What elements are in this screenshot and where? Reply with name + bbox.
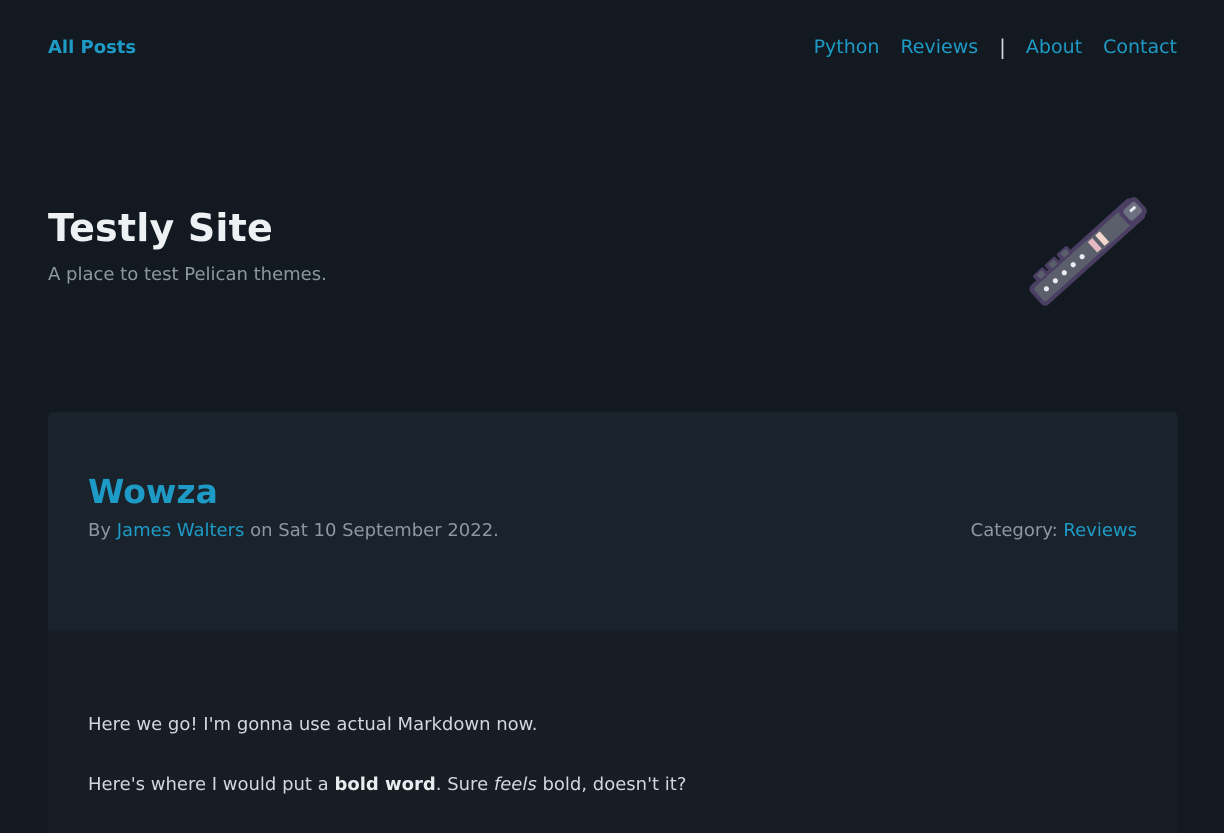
top-nav: All Posts Python Reviews | About Contact: [48, 34, 1177, 60]
article-header: Wowza By James Walters on Sat 10 Septemb…: [48, 412, 1178, 630]
bold-word: bold word: [334, 774, 436, 795]
category-label: Category:: [970, 520, 1058, 541]
all-posts-link[interactable]: All Posts: [48, 37, 136, 58]
paragraph-2: Here's where I would put a bold word. Su…: [88, 774, 686, 795]
site-subtitle: A place to test Pelican themes.: [48, 264, 327, 285]
nav-link-contact[interactable]: Contact: [1103, 36, 1177, 58]
article-card: Wowza By James Walters on Sat 10 Septemb…: [48, 412, 1178, 833]
italic-word: feels: [493, 774, 537, 795]
article-title-link[interactable]: Wowza: [88, 472, 218, 511]
category-link[interactable]: Reviews: [1063, 520, 1137, 541]
recorder-flute-icon: [1029, 197, 1147, 306]
post-date: on Sat 10 September 2022.: [250, 520, 499, 541]
nav-separator: |: [999, 35, 1006, 59]
article-category: Category: Reviews: [971, 520, 1137, 541]
paragraph-2-text: Here's where I would put a: [88, 774, 335, 795]
page: All Posts Python Reviews | About Contact…: [0, 0, 1224, 833]
nav-menu: Python Reviews | About Contact: [814, 35, 1177, 59]
nav-link-python[interactable]: Python: [814, 36, 880, 58]
by-label: By: [88, 520, 112, 541]
author-link[interactable]: James Walters: [117, 520, 245, 541]
nav-link-about[interactable]: About: [1026, 36, 1082, 58]
paragraph-2-text: . Sure: [435, 774, 494, 795]
paragraph-1: Here we go! I'm gonna use actual Markdow…: [88, 714, 538, 735]
paragraph-2-text: bold, doesn't it?: [536, 774, 687, 795]
article-meta: By James Walters on Sat 10 September 202…: [88, 520, 499, 541]
nav-link-reviews[interactable]: Reviews: [900, 36, 978, 58]
site-title: Testly Site: [48, 206, 273, 250]
